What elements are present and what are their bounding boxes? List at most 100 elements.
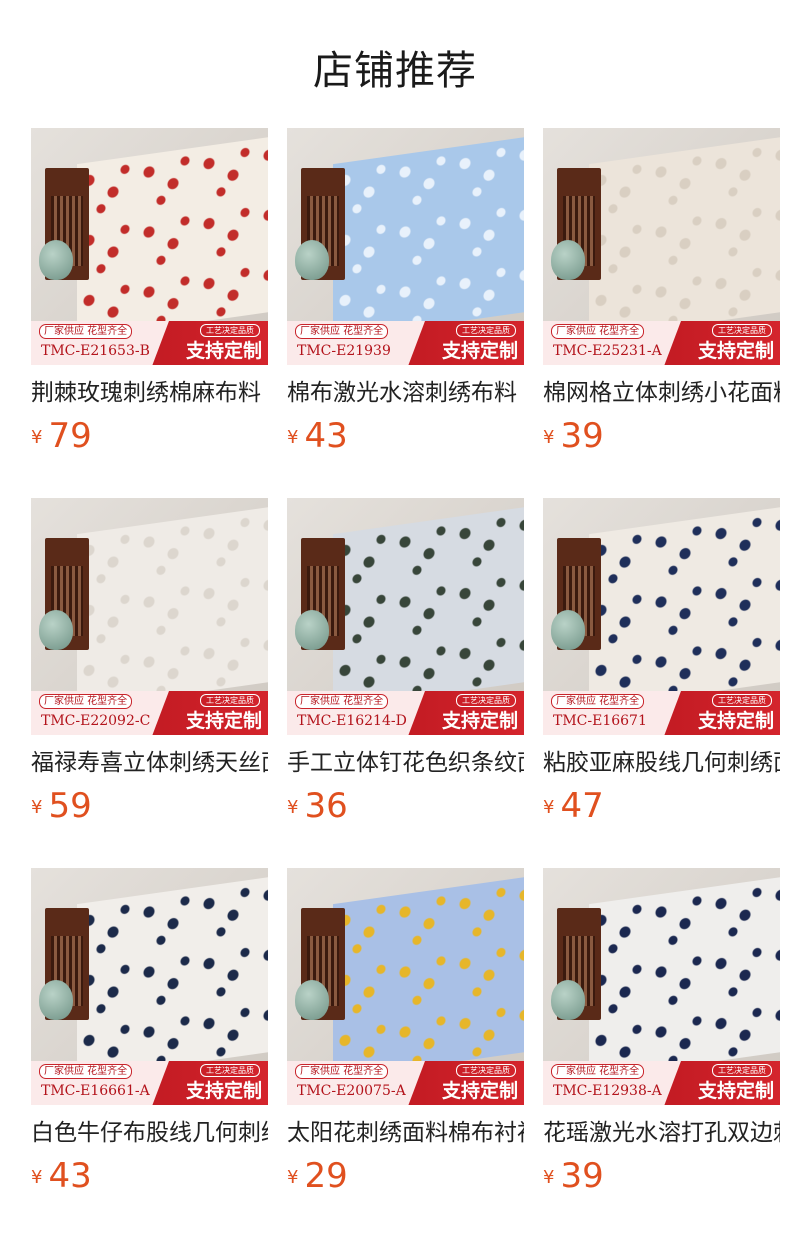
fabric-swatch	[589, 505, 780, 710]
product-name[interactable]: 粘胶亚麻股线几何刺绣面料	[543, 748, 780, 778]
promo-banner: 厂家供应 花型齐全 TMC-E20075-A 工艺决定品质 支持定制	[287, 1061, 524, 1105]
currency-symbol: ¥	[31, 1167, 43, 1188]
promo-banner: 厂家供应 花型齐全 TMC-E21653-B 工艺决定品质 支持定制	[31, 321, 268, 365]
product-card[interactable]: 厂家供应 花型齐全 TMC-E16661-A 工艺决定品质支持定制白色牛仔布股线几何…	[31, 868, 268, 1208]
section-title: 店铺推荐	[313, 48, 477, 94]
fabric-swatch	[77, 505, 268, 710]
vase	[295, 240, 329, 280]
price-value: 43	[48, 1156, 92, 1196]
product-code: TMC-E21653-B	[41, 343, 150, 359]
product-name[interactable]: 白色牛仔布股线几何刺绣	[31, 1118, 268, 1148]
custom-label: 支持定制	[185, 1080, 262, 1102]
supply-tag: 厂家供应 花型齐全	[39, 694, 133, 709]
supply-tag: 厂家供应 花型齐全	[551, 1064, 645, 1079]
product-card[interactable]: 厂家供应 花型齐全 TMC-E21939 工艺决定品质支持定制棉布激光水溶刺绣布料 ¥…	[287, 128, 524, 468]
supply-tag: 厂家供应 花型齐全	[295, 694, 389, 709]
product-code: TMC-E21939	[297, 343, 391, 359]
custom-label: 支持定制	[185, 340, 262, 362]
product-price: ¥43	[31, 1156, 92, 1196]
product-card[interactable]: 厂家供应 花型齐全 TMC-E21653-B 工艺决定品质 支持定制荆棘玫瑰刺绣棉麻布…	[31, 128, 268, 468]
price-value: 43	[304, 416, 348, 456]
product-code: TMC-E12938-A	[553, 1083, 662, 1099]
product-card[interactable]: 厂家供应 花型齐全 TMC-E16214-D 工艺决定品质 支持定制 手工立体钉花色织条…	[287, 498, 524, 838]
product-name[interactable]: 手工立体钉花色织条纹面料	[287, 748, 524, 778]
craft-badge: 工艺决定品质	[456, 324, 516, 337]
product-image[interactable]: 厂家供应 花型齐全 TMC-E16671 工艺决定品质 支持定制	[543, 498, 780, 735]
supply-tag: 厂家供应 花型齐全	[551, 324, 645, 339]
custom-label: 支持定制	[441, 710, 518, 732]
craft-badge: 工艺决定品质	[712, 324, 772, 337]
product-image[interactable]: 厂家供应 花型齐全 TMC-E21653-B 工艺决定品质 支持定制	[31, 128, 268, 365]
promo-banner: 厂家供应 花型齐全 TMC-E12938-A 工艺决定品质 支持定制	[543, 1061, 780, 1105]
product-name[interactable]: 棉布激光水溶刺绣布料	[287, 378, 524, 408]
product-image[interactable]: 厂家供应 花型齐全 TMC-E22092-C 工艺决定品质 支持定制	[31, 498, 268, 735]
product-price: ¥29	[287, 1156, 348, 1196]
currency-symbol: ¥	[543, 1167, 555, 1188]
price-value: 36	[304, 786, 348, 826]
product-card[interactable]: 厂家供应 花型齐全 TMC-E12938-A 工艺决定品质 支持定制 花瑶激光水溶打孔双…	[543, 868, 780, 1208]
product-image[interactable]: 厂家供应 花型齐全 TMC-E21939 工艺决定品质支持定制	[287, 128, 524, 365]
price-value: 29	[304, 1156, 348, 1196]
craft-badge: 工艺决定品质	[712, 694, 772, 707]
price-value: 47	[560, 786, 604, 826]
shop-recommendations-page: 店铺推荐 厂家供应 花型齐全 TMC-E21653-B 工艺决定品质 支持定制 荆棘玫瑰…	[0, 0, 790, 1238]
product-card[interactable]: 厂家供应 花型齐全 TMC-E16671 工艺决定品质支持定制粘胶亚麻股线几何刺绣面…	[543, 498, 780, 838]
vase	[551, 610, 585, 650]
custom-label: 支持定制	[697, 340, 774, 362]
promo-banner: 厂家供应 花型齐全 TMC-E16661-A 工艺决定品质支持定制	[31, 1061, 268, 1105]
product-price: ¥79	[31, 416, 92, 456]
product-code: TMC-E20075-A	[297, 1083, 406, 1099]
custom-label: 支持定制	[697, 710, 774, 732]
product-price: ¥43	[287, 416, 348, 456]
product-price: ¥39	[543, 416, 604, 456]
product-price: ¥39	[543, 1156, 604, 1196]
price-value: 39	[560, 416, 604, 456]
product-card[interactable]: 厂家供应 花型齐全 TMC-E20075-A 工艺决定品质 支持定制 太阳花刺绣面料棉布…	[287, 868, 524, 1208]
custom-label: 支持定制	[441, 1080, 518, 1102]
promo-banner: 厂家供应 花型齐全 TMC-E21939 工艺决定品质支持定制	[287, 321, 524, 365]
fabric-swatch	[77, 875, 268, 1080]
price-value: 79	[48, 416, 92, 456]
fabric-swatch	[333, 875, 524, 1080]
promo-banner: 厂家供应 花型齐全 TMC-E16671 工艺决定品质 支持定制	[543, 691, 780, 735]
promo-banner: 厂家供应 花型齐全 TMC-E25231-A 工艺决定品质支持定制	[543, 321, 780, 365]
product-image[interactable]: 厂家供应 花型齐全 TMC-E25231-A 工艺决定品质支持定制	[543, 128, 780, 365]
product-code: TMC-E22092-C	[41, 713, 151, 729]
currency-symbol: ¥	[543, 797, 555, 818]
fabric-swatch	[77, 135, 268, 340]
vase	[295, 610, 329, 650]
supply-tag: 厂家供应 花型齐全	[295, 324, 389, 339]
vase	[551, 980, 585, 1020]
craft-badge: 工艺决定品质	[456, 694, 516, 707]
product-name[interactable]: 棉网格立体刺绣小花面料	[543, 378, 780, 408]
custom-label: 支持定制	[441, 340, 518, 362]
currency-symbol: ¥	[31, 797, 43, 818]
product-image[interactable]: 厂家供应 花型齐全 TMC-E16214-D 工艺决定品质 支持定制	[287, 498, 524, 735]
promo-banner: 厂家供应 花型齐全 TMC-E16214-D 工艺决定品质 支持定制	[287, 691, 524, 735]
currency-symbol: ¥	[287, 1167, 299, 1188]
product-price: ¥36	[287, 786, 348, 826]
fabric-swatch	[333, 505, 524, 710]
supply-tag: 厂家供应 花型齐全	[551, 694, 645, 709]
product-image[interactable]: 厂家供应 花型齐全 TMC-E20075-A 工艺决定品质 支持定制	[287, 868, 524, 1105]
product-name[interactable]: 太阳花刺绣面料棉布衬衫	[287, 1118, 524, 1148]
craft-badge: 工艺决定品质	[200, 1064, 260, 1077]
product-image[interactable]: 厂家供应 花型齐全 TMC-E16661-A 工艺决定品质支持定制	[31, 868, 268, 1105]
vase	[295, 980, 329, 1020]
product-image[interactable]: 厂家供应 花型齐全 TMC-E12938-A 工艺决定品质 支持定制	[543, 868, 780, 1105]
product-price: ¥47	[543, 786, 604, 826]
supply-tag: 厂家供应 花型齐全	[39, 1064, 133, 1079]
currency-symbol: ¥	[287, 427, 299, 448]
product-code: TMC-E25231-A	[553, 343, 662, 359]
product-name[interactable]: 花瑶激光水溶打孔双边刺绣	[543, 1118, 780, 1148]
product-card[interactable]: 厂家供应 花型齐全 TMC-E22092-C 工艺决定品质 支持定制 福禄寿喜立体刺绣天…	[31, 498, 268, 838]
product-code: TMC-E16661-A	[41, 1083, 150, 1099]
fabric-swatch	[333, 135, 524, 340]
supply-tag: 厂家供应 花型齐全	[295, 1064, 389, 1079]
product-card[interactable]: 厂家供应 花型齐全 TMC-E25231-A 工艺决定品质支持定制棉网格立体刺绣小花…	[543, 128, 780, 468]
product-name[interactable]: 荆棘玫瑰刺绣棉麻布料	[31, 378, 268, 408]
price-value: 39	[560, 1156, 604, 1196]
vase	[39, 610, 73, 650]
product-name[interactable]: 福禄寿喜立体刺绣天丝面料	[31, 748, 268, 778]
craft-badge: 工艺决定品质	[712, 1064, 772, 1077]
